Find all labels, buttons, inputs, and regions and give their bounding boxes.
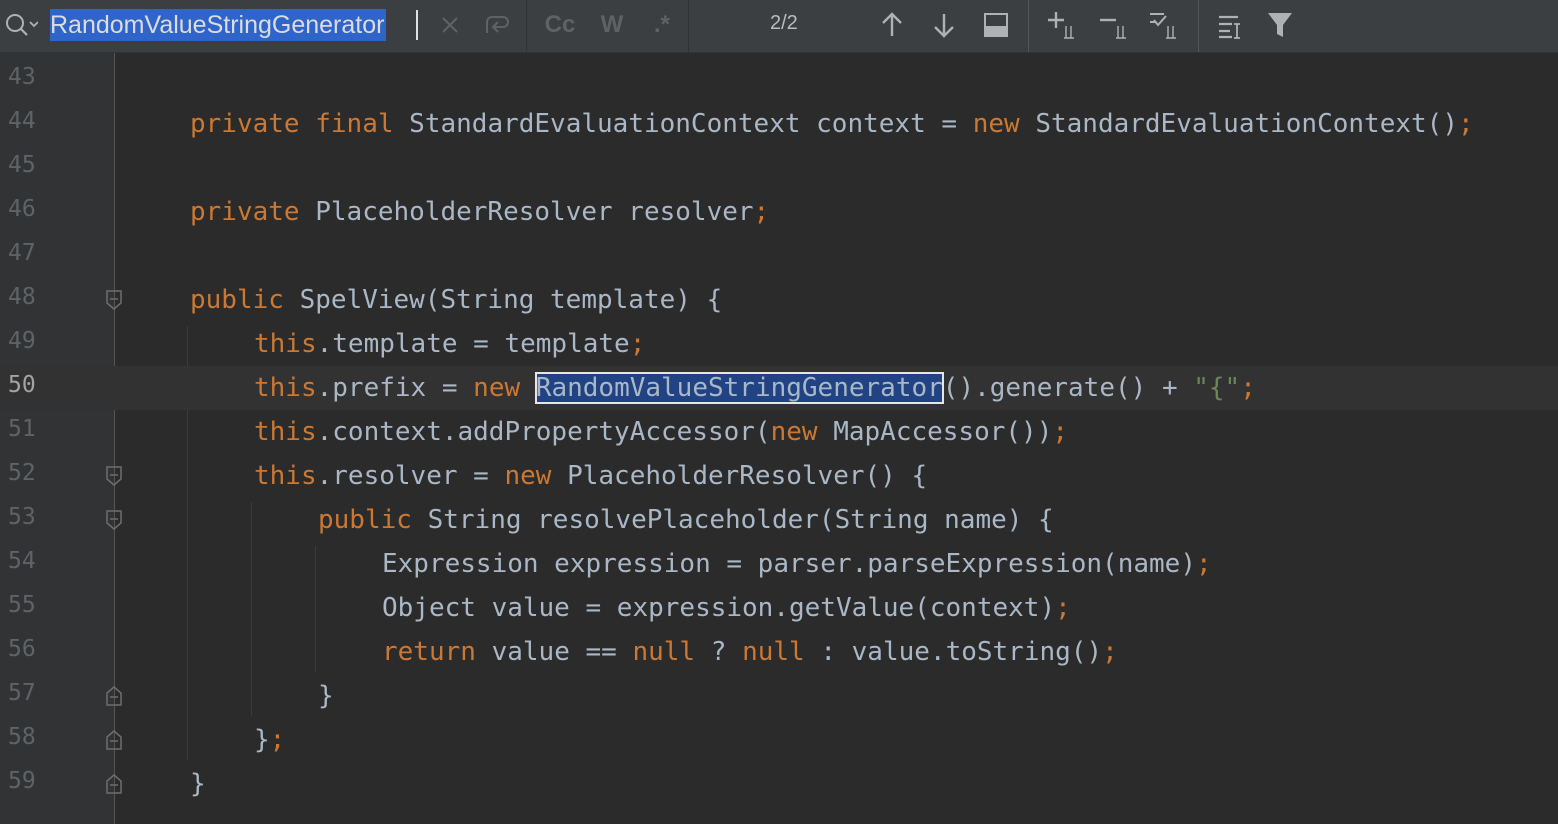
fold-end-marker-icon[interactable]	[104, 684, 124, 708]
text-caret	[416, 10, 418, 40]
code-line[interactable]: 52 this.resolver = new PlaceholderResolv…	[0, 454, 1558, 498]
code-text: this.template = template;	[254, 329, 646, 359]
line-number: 55	[8, 592, 36, 618]
code-line[interactable]: 48 public SpelView(String template) {	[0, 278, 1558, 322]
code-line[interactable]: 53 public String resolvePlaceholder(Stri…	[0, 498, 1558, 542]
code-text: };	[254, 725, 286, 755]
code-line[interactable]: 44 private final StandardEvaluationConte…	[0, 102, 1558, 146]
new-line-icon[interactable]	[478, 8, 512, 42]
search-history-icon[interactable]	[4, 12, 39, 38]
fold-marker-icon[interactable]	[104, 508, 124, 532]
match-case-toggle[interactable]: Cc	[540, 8, 580, 42]
code-text: this.resolver = new PlaceholderResolver(…	[254, 461, 928, 491]
toolbar-separator	[526, 0, 527, 52]
next-occurrence-button[interactable]	[926, 8, 962, 42]
current-code-line[interactable]: 50 this.prefix = new RandomValueStringGe…	[0, 366, 1558, 410]
code-text: }	[318, 681, 334, 711]
line-number: 43	[8, 64, 36, 90]
search-input[interactable]: RandomValueStringGenerator	[50, 9, 387, 41]
code-text: private final StandardEvaluationContext …	[190, 109, 1474, 139]
code-line[interactable]: 49 this.template = template;	[0, 322, 1558, 366]
code-line[interactable]: 46 private PlaceholderResolver resolver;	[0, 190, 1558, 234]
code-line[interactable]: 58 };	[0, 718, 1558, 762]
open-in-window-button[interactable]	[978, 8, 1014, 42]
remove-occurrence-button[interactable]	[1096, 8, 1132, 42]
find-toolbar: RandomValueStringGenerator Cc W .* 2/2	[0, 0, 1558, 53]
code-text: Object value = expression.getValue(conte…	[382, 593, 1071, 623]
line-number: 59	[8, 768, 36, 794]
code-line[interactable]: 45	[0, 146, 1558, 190]
code-text: this.prefix = new RandomValueStringGener…	[254, 372, 1256, 404]
code-text: Expression expression = parser.parseExpr…	[382, 549, 1212, 579]
line-number: 49	[8, 328, 36, 354]
code-line[interactable]: 43	[0, 58, 1558, 102]
line-number: 51	[8, 416, 36, 442]
line-number: 46	[8, 196, 36, 222]
line-number: 52	[8, 460, 36, 486]
regex-toggle[interactable]: .*	[644, 8, 680, 42]
match-count: 2/2	[770, 12, 798, 34]
toolbar-separator	[1028, 0, 1029, 52]
filter-icon[interactable]	[1262, 8, 1298, 42]
fold-end-marker-icon[interactable]	[104, 728, 124, 752]
code-line[interactable]: 59 }	[0, 762, 1558, 806]
code-line[interactable]: 56 return value == null ? null : value.t…	[0, 630, 1558, 674]
line-number: 44	[8, 108, 36, 134]
toolbar-separator	[1198, 0, 1199, 52]
fold-marker-icon[interactable]	[104, 464, 124, 488]
code-editor[interactable]: 43 44 private final StandardEvaluationCo…	[0, 53, 1558, 824]
code-text: return value == null ? null : value.toSt…	[382, 637, 1118, 667]
add-occurrence-button[interactable]	[1044, 8, 1080, 42]
search-match-highlight[interactable]: RandomValueStringGenerator	[534, 372, 944, 404]
line-number: 47	[8, 240, 36, 266]
clear-search-icon[interactable]	[436, 8, 464, 42]
code-line[interactable]: 54 Expression expression = parser.parseE…	[0, 542, 1558, 586]
line-number: 50	[8, 372, 36, 398]
line-number: 57	[8, 680, 36, 706]
line-number: 53	[8, 504, 36, 530]
code-line[interactable]: 47	[0, 234, 1558, 278]
select-all-occurrences-button[interactable]	[1146, 8, 1182, 42]
code-text: public SpelView(String template) {	[190, 285, 723, 315]
previous-occurrence-button[interactable]	[874, 8, 910, 42]
line-number: 56	[8, 636, 36, 662]
line-number: 54	[8, 548, 36, 574]
line-number: 58	[8, 724, 36, 750]
line-number: 45	[8, 152, 36, 178]
code-text: this.context.addPropertyAccessor(new Map…	[254, 417, 1069, 447]
filter-search-results-button[interactable]	[1214, 8, 1250, 42]
words-toggle[interactable]: W	[594, 8, 630, 42]
line-number: 48	[8, 284, 36, 310]
code-line[interactable]: 57 }	[0, 674, 1558, 718]
code-line[interactable]: 55 Object value = expression.getValue(co…	[0, 586, 1558, 630]
fold-marker-icon[interactable]	[104, 288, 124, 312]
toolbar-separator	[688, 0, 689, 52]
code-text: }	[190, 769, 206, 799]
code-text: private PlaceholderResolver resolver;	[190, 197, 770, 227]
fold-end-marker-icon[interactable]	[104, 772, 124, 796]
code-text: public String resolvePlaceholder(String …	[318, 505, 1054, 535]
code-line[interactable]: 51 this.context.addPropertyAccessor(new …	[0, 410, 1558, 454]
